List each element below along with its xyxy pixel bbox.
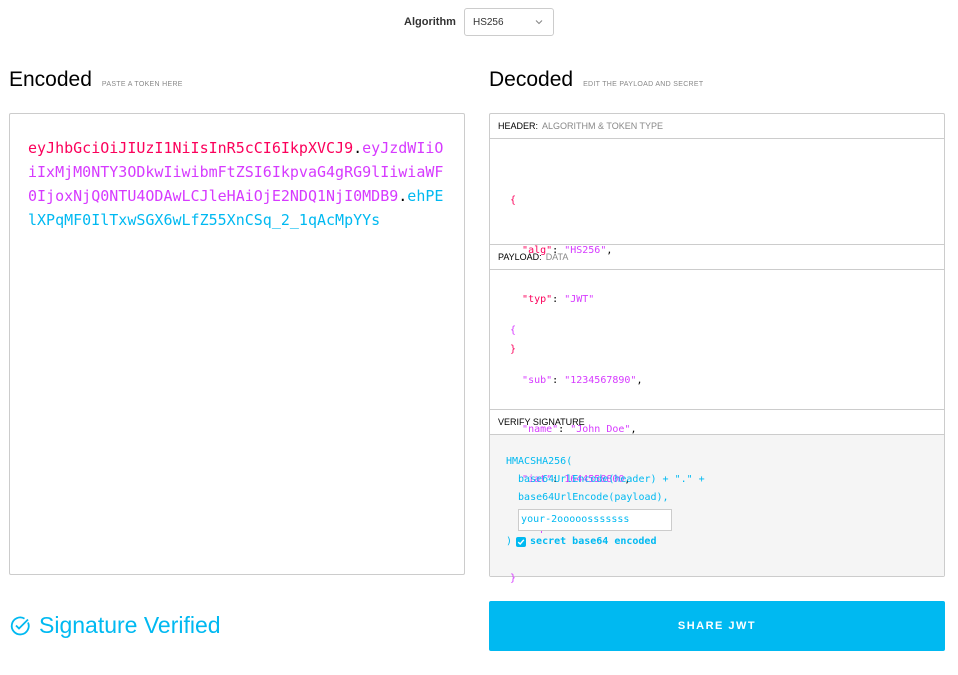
payload-json-editor[interactable]: { "sub": "1234567890", "name": "John Doe… [490, 270, 944, 584]
chevron-down-icon [535, 20, 543, 25]
json-line: "sub": "1234567890", [522, 374, 643, 386]
header-section-label: HEADER: [498, 121, 539, 131]
encoded-heading: Encoded PASTE A TOKEN HERE [9, 68, 183, 92]
algorithm-bar: Algorithm HS256 [0, 8, 958, 36]
verify-signature-body: HMACSHA256( base64UrlEncode(header) + ".… [490, 435, 944, 576]
payload-encode-line: base64UrlEncode(payload), [506, 492, 669, 503]
checkmark-icon [517, 539, 525, 546]
header-json-editor[interactable]: { "alg": "HS256", "typ": "JWT" } [490, 139, 944, 355]
algorithm-select[interactable]: HS256 [463, 8, 554, 36]
decoded-title: Decoded [489, 68, 574, 91]
hmac-line: HMACSHA256( [506, 456, 573, 467]
encoded-token-editor[interactable]: eyJhbGciOiJIUzI1NiIsInR5cCI6IkpXVCJ9.eyJ… [9, 113, 465, 575]
header-section-sub: ALGORITHM & TOKEN TYPE [542, 121, 664, 131]
algorithm-selected-value: HS256 [472, 16, 504, 28]
payload-section-label: PAYLOAD: [498, 252, 542, 262]
secret-base64-label: secret base64 encoded [530, 536, 657, 547]
signature-status-text: Signature Verified [39, 612, 221, 638]
header-encode-line: base64UrlEncode(header) + "." + [506, 474, 705, 485]
encoded-hint: PASTE A TOKEN HERE [101, 81, 183, 88]
json-open-brace: { [510, 325, 517, 336]
share-jwt-button[interactable]: SHARE JWT [489, 601, 945, 651]
token-dot: . [398, 187, 408, 205]
encoded-token: eyJhbGciOiJIUzI1NiIsInR5cCI6IkpXVCJ9.eyJ… [28, 136, 446, 232]
secret-base64-checkbox[interactable] [516, 537, 527, 547]
decoded-heading: Decoded EDIT THE PAYLOAD AND SECRET [489, 68, 703, 92]
verify-section-label: VERIFY SIGNATURE [498, 417, 585, 427]
payload-section-sub: DATA [545, 252, 569, 262]
signature-status: Signature Verified [9, 612, 221, 639]
header-section-title: HEADER: ALGORITHM & TOKEN TYPE [490, 114, 944, 139]
decoded-panel: HEADER: ALGORITHM & TOKEN TYPE { "alg": … [489, 113, 945, 584]
secret-input[interactable]: your-2ooooosssssss [518, 509, 673, 531]
json-close-brace: } [510, 572, 517, 584]
json-close-brace: } [510, 343, 517, 355]
token-header-part: eyJhbGciOiJIUzI1NiIsInR5cCI6IkpXVCJ9 [28, 139, 354, 157]
check-circle-icon [10, 616, 30, 635]
secret-base64-row: ) secret base64 encoded [506, 533, 928, 551]
encoded-title: Encoded [9, 68, 92, 91]
json-open-brace: { [510, 195, 517, 206]
decoded-hint: EDIT THE PAYLOAD AND SECRET [583, 81, 704, 88]
token-dot: . [353, 139, 363, 157]
algorithm-label: Algorithm [404, 16, 456, 28]
close-paren: ) [506, 536, 513, 547]
